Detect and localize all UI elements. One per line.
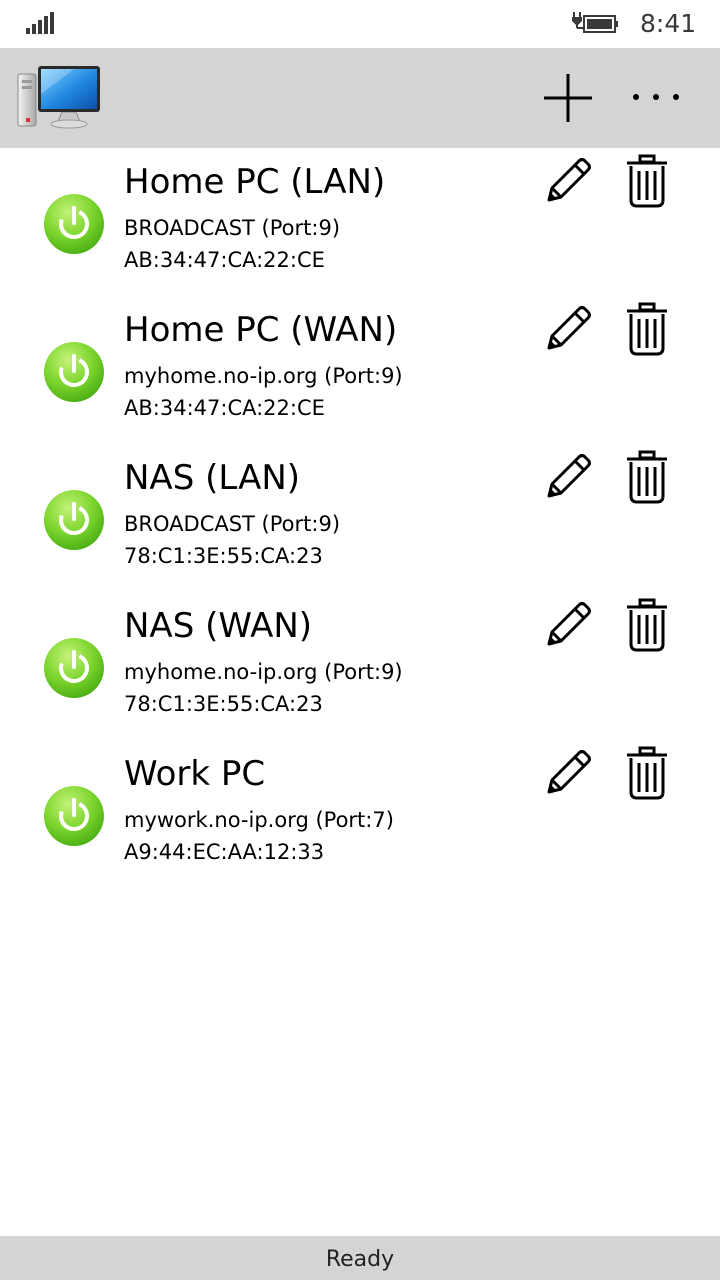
device-mac-address: AB:34:47:CA:22:CE [124, 248, 325, 272]
device-host: BROADCAST (Port:9) [124, 216, 341, 240]
device-list: Home PC (LAN) BROADCAST (Port:9) AB:34:4… [0, 148, 720, 1236]
device-name: Work PC [124, 754, 266, 794]
more-options-button[interactable] [626, 82, 686, 112]
device-host: myhome.no-ip.org (Port:9) [124, 364, 403, 388]
device-host: BROADCAST (Port:9) [124, 512, 341, 536]
power-icon[interactable] [42, 636, 106, 700]
device-mac-address: AB:34:47:CA:22:CE [124, 396, 325, 420]
trash-icon[interactable] [625, 746, 669, 800]
device-list-item: NAS (WAN) myhome.no-ip.org (Port:9) 78:C… [0, 592, 720, 740]
device-list-item: Home PC (LAN) BROADCAST (Port:9) AB:34:4… [0, 148, 720, 296]
device-host: myhome.no-ip.org (Port:9) [124, 660, 403, 684]
trash-icon[interactable] [625, 154, 669, 208]
pencil-icon[interactable] [541, 450, 595, 504]
app-status-bar: Ready [0, 1236, 720, 1280]
device-name: Home PC (WAN) [124, 310, 398, 350]
trash-icon[interactable] [625, 450, 669, 504]
device-list-item: NAS (LAN) BROADCAST (Port:9) 78:C1:3E:55… [0, 444, 720, 592]
power-icon[interactable] [42, 192, 106, 256]
device-host: mywork.no-ip.org (Port:7) [124, 808, 394, 832]
device-list-item: Work PC mywork.no-ip.org (Port:7) A9:44:… [0, 740, 720, 888]
device-mac-address: 78:C1:3E:55:CA:23 [124, 692, 323, 716]
app-bar [0, 48, 720, 148]
power-icon[interactable] [42, 784, 106, 848]
device-list-item: Home PC (WAN) myhome.no-ip.org (Port:9) … [0, 296, 720, 444]
signal-strength-icon [26, 12, 54, 34]
power-icon[interactable] [42, 488, 106, 552]
device-mac-address: A9:44:EC:AA:12:33 [124, 840, 325, 864]
computer-monitor-icon [17, 66, 100, 129]
add-device-button[interactable] [540, 70, 596, 126]
device-name: NAS (LAN) [124, 458, 301, 498]
device-name: NAS (WAN) [124, 606, 313, 646]
pencil-icon[interactable] [541, 302, 595, 356]
pencil-icon[interactable] [541, 746, 595, 800]
trash-icon[interactable] [625, 302, 669, 356]
device-name: Home PC (LAN) [124, 162, 386, 202]
system-status-bar: 8:41 [0, 0, 720, 48]
pencil-icon[interactable] [541, 154, 595, 208]
power-icon[interactable] [42, 340, 106, 404]
pencil-icon[interactable] [541, 598, 595, 652]
device-mac-address: 78:C1:3E:55:CA:23 [124, 544, 323, 568]
clock: 8:41 [640, 9, 697, 38]
battery-charging-icon [572, 12, 618, 33]
trash-icon[interactable] [625, 598, 669, 652]
